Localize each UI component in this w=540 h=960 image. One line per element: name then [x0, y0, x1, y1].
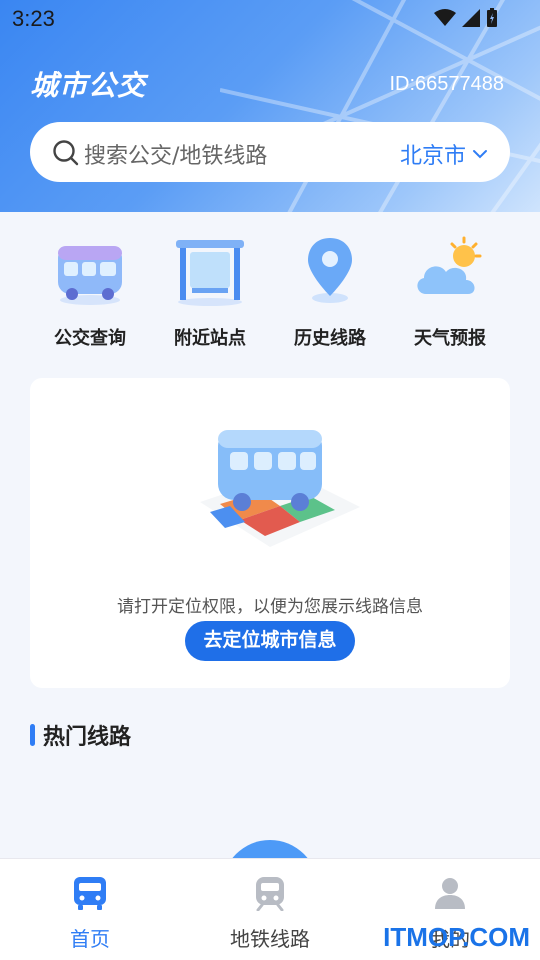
quick-entry-nearby-stops[interactable]: 附近站点 — [150, 232, 270, 350]
search-input[interactable]: 搜索公交/地铁线路 — [84, 138, 267, 170]
city-label: 北京市 — [399, 144, 466, 169]
status-bar: 3:23 — [0, 0, 540, 40]
quick-entry-weather[interactable]: 天气预报 — [390, 232, 510, 350]
watermark: ITMOP.COM — [383, 922, 530, 952]
quick-entry-label: 公交查询 — [54, 328, 126, 349]
app-title: 城市公交 — [30, 69, 147, 102]
quick-entry-label: 天气预报 — [414, 328, 486, 349]
location-card: 请打开定位权限，以便为您展示线路信息 去定位城市信息 — [30, 378, 510, 688]
search-icon — [53, 140, 79, 166]
weather-icon — [417, 236, 482, 294]
nav-label: 首页 — [70, 927, 110, 951]
user-id: ID:66577488 — [389, 73, 504, 95]
signal-icon — [462, 9, 480, 27]
hot-lines-header: 热门线路 — [30, 720, 131, 750]
locate-city-button[interactable]: 去定位城市信息 — [185, 621, 355, 661]
search-bar[interactable]: 搜索公交/地铁线路 北京市 — [30, 122, 510, 182]
battery-icon — [487, 8, 497, 27]
header: 3:23 城市公交 ID:66577488 搜索公交/地铁线路 北京市 — [0, 0, 540, 212]
user-icon — [435, 878, 465, 909]
city-selector[interactable]: 北京市 — [400, 138, 488, 170]
quick-entries: 公交查询 附近站点 历史线路 天气预报 — [0, 232, 540, 362]
bus-map-illustration — [200, 430, 360, 547]
nav-item-home[interactable]: 首页 — [0, 875, 180, 952]
quick-entry-bus-query[interactable]: 公交查询 — [30, 232, 150, 350]
bus-stop-icon — [176, 240, 244, 306]
quick-entry-label: 附近站点 — [174, 328, 246, 349]
location-pin-icon — [308, 238, 352, 303]
nav-item-subway[interactable]: 地铁线路 — [180, 875, 360, 952]
bus-icon — [58, 246, 122, 305]
status-time: 3:23 — [12, 6, 55, 31]
nav-label: 地铁线路 — [230, 927, 310, 951]
section-accent-bar — [30, 724, 35, 746]
wifi-icon — [434, 9, 456, 26]
bus-icon — [74, 877, 106, 910]
quick-entry-history-lines[interactable]: 历史线路 — [270, 232, 390, 350]
quick-entry-label: 历史线路 — [294, 328, 366, 349]
location-permission-message: 请打开定位权限，以便为您展示线路信息 — [117, 597, 423, 617]
subway-icon — [256, 877, 284, 911]
chevron-down-icon — [473, 150, 487, 159]
hot-lines-title: 热门线路 — [43, 725, 132, 750]
